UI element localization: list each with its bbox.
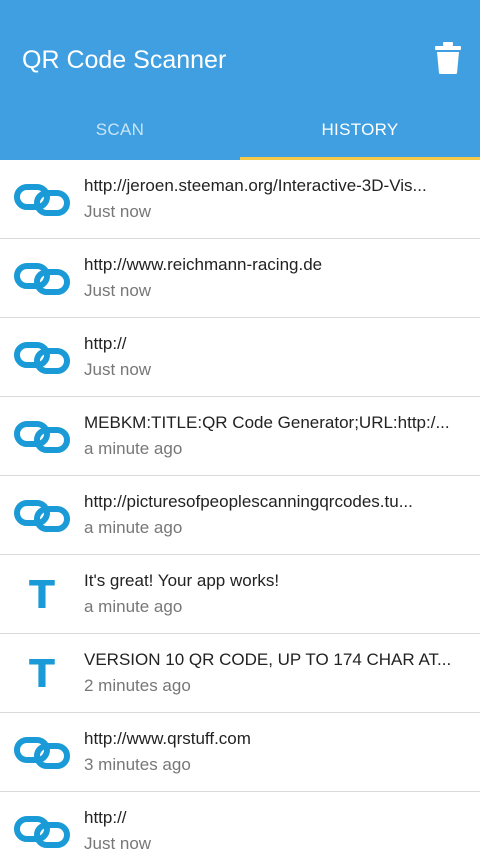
- history-item[interactable]: http://jeroen.steeman.org/Interactive-3D…: [0, 160, 480, 239]
- history-item-content: MEBKM:TITLE:QR Code Generator;URL:http:/…: [84, 411, 468, 461]
- link-icon: [14, 263, 70, 295]
- history-item-content: http://jeroen.steeman.org/Interactive-3D…: [84, 174, 468, 224]
- history-item-time: Just now: [84, 360, 152, 379]
- history-item-text: MEBKM:TITLE:QR Code Generator;URL:http:/…: [84, 413, 450, 432]
- history-item-content: http://www.reichmann-racing.de Just now: [84, 253, 468, 303]
- history-item-content: http:// Just now: [84, 332, 468, 382]
- history-item-text: http://: [84, 808, 127, 827]
- text-icon: T: [29, 573, 55, 617]
- link-icon: [14, 342, 70, 374]
- history-item-time: a minute ago: [84, 439, 183, 458]
- history-item[interactable]: http://www.reichmann-racing.de Just now: [0, 239, 480, 318]
- link-icon: [14, 500, 70, 532]
- history-item-text: It's great! Your app works!: [84, 571, 280, 590]
- history-item-time: a minute ago: [84, 518, 183, 537]
- history-item-text: http://: [84, 334, 127, 353]
- history-item-text: http://www.qrstuff.com: [84, 729, 251, 748]
- app-bar: QR Code Scanner SCAN HISTORY: [0, 0, 480, 160]
- history-item-time: Just now: [84, 834, 152, 853]
- history-item-time: Just now: [84, 202, 152, 221]
- history-item-content: http://www.qrstuff.com 3 minutes ago: [84, 727, 468, 777]
- tab-history[interactable]: HISTORY: [240, 100, 480, 160]
- history-item-text: VERSION 10 QR CODE, UP TO 174 CHAR AT...: [84, 650, 452, 669]
- history-item-content: http:// Just now: [84, 806, 468, 854]
- text-icon: T: [29, 652, 55, 696]
- history-item-time: a minute ago: [84, 597, 183, 616]
- link-icon: [14, 816, 70, 848]
- history-item-time: 3 minutes ago: [84, 755, 191, 774]
- history-item[interactable]: T It's great! Your app works! a minute ago: [0, 555, 480, 634]
- history-item[interactable]: T VERSION 10 QR CODE, UP TO 174 CHAR AT..…: [0, 634, 480, 713]
- link-icon: [14, 184, 70, 216]
- history-item[interactable]: http:// Just now: [0, 792, 480, 854]
- history-item[interactable]: http://picturesofpeoplescanningqrcodes.t…: [0, 476, 480, 555]
- history-item-content: It's great! Your app works! a minute ago: [84, 569, 468, 619]
- link-icon: [14, 737, 70, 769]
- history-item[interactable]: MEBKM:TITLE:QR Code Generator;URL:http:/…: [0, 397, 480, 476]
- tab-bar: SCAN HISTORY: [0, 100, 480, 160]
- tab-scan[interactable]: SCAN: [0, 100, 240, 160]
- history-item-text: http://www.reichmann-racing.de: [84, 255, 323, 274]
- history-item-content: VERSION 10 QR CODE, UP TO 174 CHAR AT...…: [84, 648, 468, 698]
- history-item-time: 2 minutes ago: [84, 676, 191, 695]
- history-item-content: http://picturesofpeoplescanningqrcodes.t…: [84, 490, 468, 540]
- history-item-text: http://jeroen.steeman.org/Interactive-3D…: [84, 176, 427, 195]
- link-icon: [14, 421, 70, 453]
- app-title: QR Code Scanner: [22, 46, 227, 74]
- history-item[interactable]: http:// Just now: [0, 318, 480, 397]
- history-item-time: Just now: [84, 281, 152, 300]
- history-item[interactable]: http://www.qrstuff.com 3 minutes ago: [0, 713, 480, 792]
- trash-icon[interactable]: [435, 42, 461, 74]
- history-item-text: http://picturesofpeoplescanningqrcodes.t…: [84, 492, 413, 511]
- history-list: http://jeroen.steeman.org/Interactive-3D…: [0, 160, 480, 854]
